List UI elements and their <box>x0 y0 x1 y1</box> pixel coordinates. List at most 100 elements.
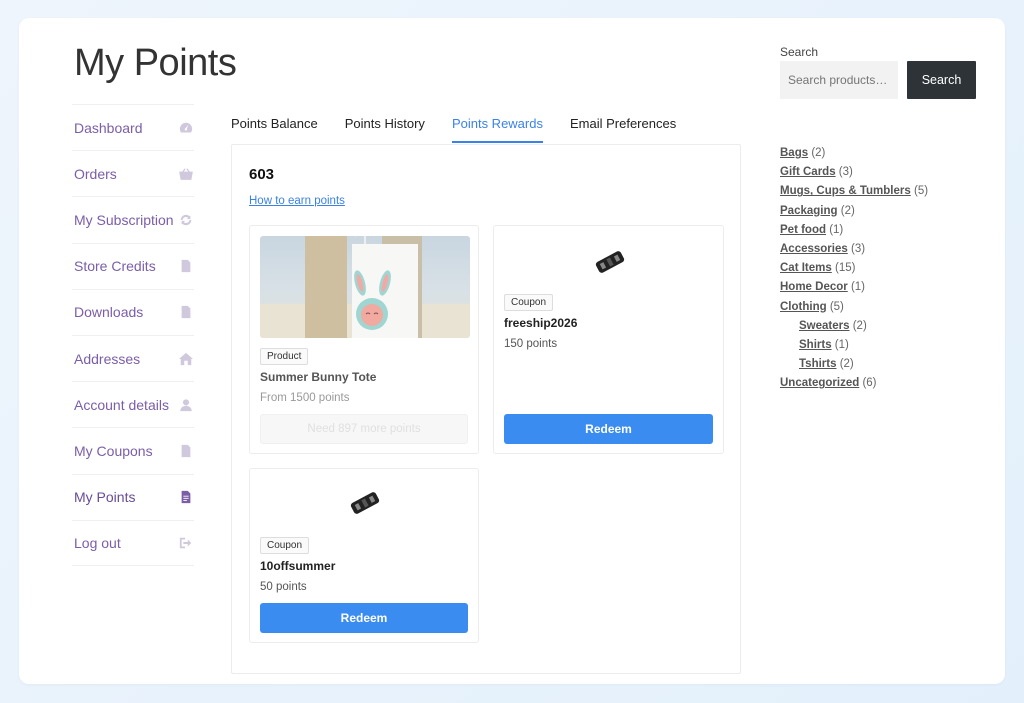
reward-name: Summer Bunny Tote <box>260 370 377 384</box>
category-count: (5) <box>829 300 844 313</box>
category-count: (2) <box>840 204 855 217</box>
redeem-button[interactable]: Redeem <box>260 603 468 633</box>
reward-name: 10offsummer <box>260 559 336 573</box>
category-count: (1) <box>834 338 849 351</box>
nav-item-label: Downloads <box>74 304 144 321</box>
redeem-button[interactable]: Redeem <box>504 414 713 444</box>
reward-card-product: Product Summer Bunny Tote From 1500 poin… <box>249 225 479 454</box>
reward-card-coupon: Coupon freeship2026 150 points Redeem <box>493 225 724 454</box>
category-item: Packaging (2) <box>780 204 928 223</box>
search-button[interactable]: Search <box>907 61 976 99</box>
category-count: (15) <box>834 262 856 275</box>
need-more-points-button: Need 897 more points <box>260 414 468 444</box>
page-title: My Points <box>74 42 237 84</box>
nav-item-my-coupons[interactable]: My Coupons <box>72 427 194 473</box>
nav-item-downloads[interactable]: Downloads <box>72 288 194 335</box>
nav-item-label: Orders <box>74 165 117 182</box>
reward-card-coupon: Coupon 10offsummer 50 points Redeem <box>249 468 479 643</box>
reward-points: From 1500 points <box>260 392 350 404</box>
category-link[interactable]: Pet food <box>780 224 826 236</box>
reward-type-badge: Coupon <box>260 537 310 554</box>
tab-points-balance[interactable]: Points Balance <box>231 116 318 143</box>
nav-item-label: Log out <box>74 534 121 551</box>
reward-type-badge: Product <box>260 348 309 365</box>
category-item: Home Decor (1) <box>780 280 928 299</box>
category-count: (2) <box>839 358 854 371</box>
category-count: (5) <box>913 185 929 198</box>
category-link[interactable]: Clothing <box>780 301 827 313</box>
category-item: Cat Items (15) <box>780 261 928 280</box>
nav-item-label: My Points <box>74 489 136 506</box>
category-link[interactable]: Accessories <box>780 243 848 255</box>
subcategory-item: Tshirts (2) <box>780 357 928 376</box>
reward-points: 50 points <box>260 581 307 593</box>
nav-item-label: Addresses <box>74 350 141 367</box>
how-to-earn-link[interactable]: How to earn points <box>249 195 345 207</box>
nav-item-my-points[interactable]: My Points <box>72 473 194 520</box>
basket-icon <box>178 166 194 182</box>
category-link[interactable]: Bags <box>780 147 808 159</box>
nav-item-label: Store Credits <box>74 258 156 275</box>
category-count: (3) <box>838 166 853 179</box>
category-link[interactable]: Packaging <box>780 205 838 217</box>
document-icon <box>178 258 194 274</box>
subcategory-item: Shirts (1) <box>780 338 928 357</box>
document-icon <box>178 489 194 505</box>
nav-item-label: My Coupons <box>74 442 153 459</box>
nav-item-store-credits[interactable]: Store Credits <box>72 242 194 289</box>
nav-item-my-subscription[interactable]: My Subscription <box>72 196 194 242</box>
tote-bag-image <box>260 236 470 338</box>
dashboard-icon <box>178 120 194 136</box>
tab-email-preferences[interactable]: Email Preferences <box>570 116 676 143</box>
nav-item-addresses[interactable]: Addresses <box>72 334 194 381</box>
category-link[interactable]: Uncategorized <box>780 377 859 389</box>
reward-type-badge: Coupon <box>504 294 554 311</box>
nav-item-label: Dashboard <box>74 119 143 136</box>
category-link[interactable]: Shirts <box>799 339 832 351</box>
search-input[interactable] <box>780 61 898 99</box>
nav-item-account-details[interactable]: Account details <box>72 381 194 427</box>
category-count: (6) <box>862 377 877 390</box>
points-total: 603 <box>249 166 275 183</box>
search-label: Search <box>780 45 819 59</box>
category-link[interactable]: Home Decor <box>780 281 848 293</box>
category-item: Accessories (3) <box>780 242 928 261</box>
category-item: Pet food (1) <box>780 223 928 242</box>
refresh-icon <box>178 212 194 228</box>
category-link[interactable]: Gift Cards <box>780 166 836 178</box>
category-count: (2) <box>811 147 826 159</box>
coupon-icon <box>594 248 626 281</box>
nav-item-log-out[interactable]: Log out <box>72 519 194 566</box>
reward-points: 150 points <box>504 338 558 350</box>
category-link[interactable]: Mugs, Cups & Tumblers <box>780 185 911 197</box>
category-item: Clothing (5) <box>780 300 928 319</box>
points-rewards-panel: 603 How to earn points Product Summer Bu… <box>231 144 741 674</box>
category-item: Bags (2) <box>780 146 928 165</box>
document-icon <box>178 443 194 459</box>
nav-item-orders[interactable]: Orders <box>72 150 194 196</box>
category-count: (1) <box>829 223 844 236</box>
nav-item-label: Account details <box>74 396 169 413</box>
download-file-icon <box>178 304 194 320</box>
account-navigation: Dashboard Orders My Subscription Store C… <box>72 104 194 566</box>
category-count: (1) <box>850 281 866 294</box>
reward-name: freeship2026 <box>504 316 578 330</box>
subcategory-item: Sweaters (2) <box>780 319 928 338</box>
nav-item-label: My Subscription <box>74 211 174 228</box>
category-item: Uncategorized (6) <box>780 376 928 395</box>
category-item: Gift Cards (3) <box>780 165 928 184</box>
category-count: (2) <box>852 319 867 332</box>
logout-icon <box>178 535 194 551</box>
user-icon <box>178 397 194 413</box>
home-icon <box>178 351 194 367</box>
product-categories: Bags (2) Gift Cards (3) Mugs, Cups & Tum… <box>780 146 928 395</box>
category-link[interactable]: Cat Items <box>780 262 832 274</box>
tab-points-history[interactable]: Points History <box>345 116 425 143</box>
category-count: (3) <box>850 242 866 255</box>
category-item: Mugs, Cups & Tumblers (5) <box>780 184 928 203</box>
nav-item-dashboard[interactable]: Dashboard <box>72 104 194 150</box>
category-link[interactable]: Sweaters <box>799 320 850 332</box>
category-link[interactable]: Tshirts <box>799 358 837 370</box>
tab-points-rewards[interactable]: Points Rewards <box>451 116 543 143</box>
points-tabs: Points Balance Points History Points Rew… <box>231 116 676 143</box>
